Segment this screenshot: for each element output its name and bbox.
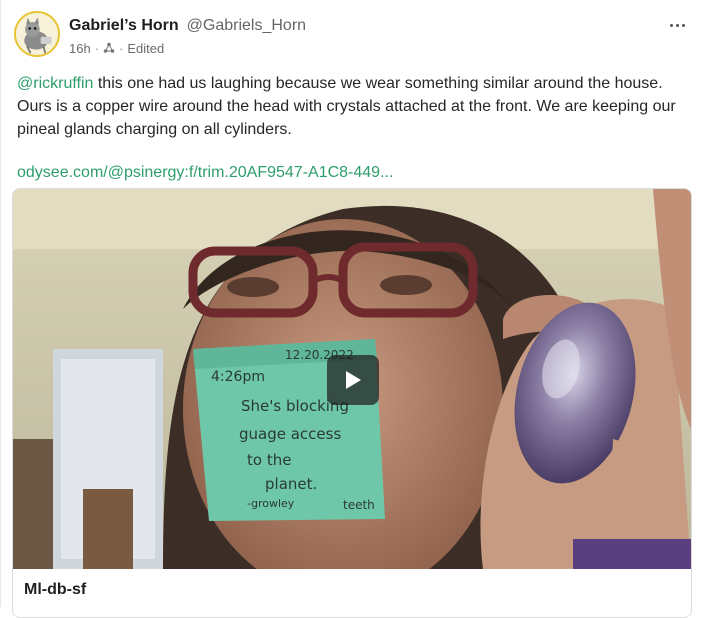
- author-avatar[interactable]: [14, 11, 60, 57]
- post-link-line: odysee.com/@psinergy:f/trim.20AF9547-A1C…: [17, 161, 687, 184]
- play-icon: [346, 371, 361, 389]
- media-title[interactable]: Ml-db-sf: [24, 581, 86, 599]
- post-card: Gabriel’s Horn @Gabriels_Horn 16h · · Ed…: [0, 0, 706, 618]
- author-name[interactable]: Gabriel’s Horn: [69, 17, 179, 35]
- post-timestamp[interactable]: 16h: [69, 41, 91, 56]
- sticky-note-line: to the: [247, 451, 291, 469]
- more-options-icon: [681, 23, 685, 27]
- meta-separator: ·: [119, 40, 124, 56]
- post-meta: 16h · · Edited: [69, 39, 164, 57]
- sticky-note-line: -growley: [247, 497, 295, 510]
- video-link[interactable]: odysee.com/@psinergy:f/trim.20AF9547-A1C…: [17, 164, 393, 181]
- post-body-text: this one had us laughing because we wear…: [17, 75, 676, 138]
- sticky-note-line: guage access: [239, 425, 341, 443]
- fediverse-icon: [103, 42, 115, 53]
- post-body: @rickruffin this one had us laughing bec…: [17, 72, 687, 141]
- play-button[interactable]: [327, 355, 379, 405]
- sticky-note-line: teeth: [343, 498, 375, 512]
- cat-avatar-icon: [16, 13, 58, 55]
- video-thumbnail[interactable]: 4:26pm 12.20.2022 She's blocking guage a…: [13, 189, 691, 569]
- more-options-button[interactable]: [667, 16, 687, 34]
- more-options-icon: [669, 23, 673, 27]
- author-handle[interactable]: @Gabriels_Horn: [187, 17, 306, 35]
- meta-separator: ·: [94, 40, 100, 56]
- media-card: 4:26pm 12.20.2022 She's blocking guage a…: [12, 188, 692, 618]
- more-options-icon: [675, 23, 679, 27]
- edited-label[interactable]: Edited: [127, 41, 164, 56]
- author-row: Gabriel’s Horn @Gabriels_Horn: [69, 15, 306, 37]
- sticky-note-line: planet.: [265, 475, 317, 493]
- sticky-note-line: 4:26pm: [211, 369, 265, 385]
- mention-link[interactable]: @rickruffin: [17, 75, 93, 92]
